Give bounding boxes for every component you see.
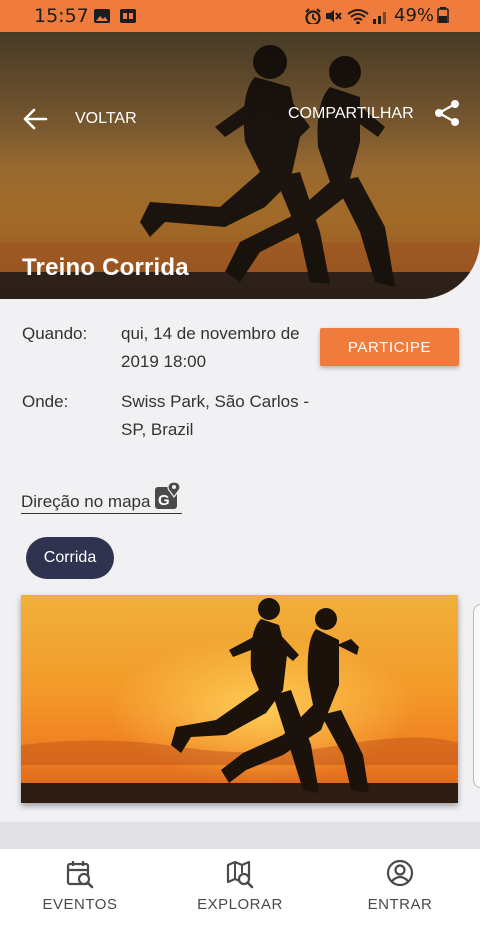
nav-entrar-label: ENTRAR	[367, 896, 433, 913]
event-title: Treino Corrida	[22, 254, 189, 281]
next-card-peek[interactable]	[473, 604, 480, 788]
participate-button[interactable]: PARTICIPE	[320, 328, 459, 366]
back-label: VOLTAR	[75, 110, 137, 127]
battery-icon	[437, 7, 449, 23]
svg-text:G: G	[158, 492, 170, 509]
image-icon	[94, 9, 110, 23]
nav-explorar[interactable]: EXPLORAR	[170, 849, 310, 926]
map-directions-link[interactable]: Direção no mapa G	[21, 480, 183, 514]
share-icon	[435, 100, 459, 126]
where-value: Swiss Park, São Carlos - SP, Brazil	[121, 392, 309, 439]
map-search-icon	[226, 860, 254, 889]
event-photo	[21, 595, 458, 803]
status-bar: 15:57 49%	[0, 0, 480, 32]
nav-eventos-label: EVENTOS	[42, 896, 118, 913]
alarm-icon	[305, 8, 321, 24]
calendar-search-icon	[66, 861, 94, 889]
back-button[interactable]: VOLTAR	[22, 102, 162, 136]
content-divider	[0, 822, 480, 848]
where-label: Onde:	[22, 392, 69, 411]
wifi-icon	[347, 9, 369, 24]
bottom-navigation: EVENTOS EXPLORAR ENTRAR	[0, 848, 480, 926]
tag-chip[interactable]: Corrida	[26, 537, 114, 579]
map-link-label: Direção no mapa	[21, 492, 151, 511]
when-value: qui, 14 de novembro de 2019 18:00	[121, 324, 300, 371]
nav-eventos[interactable]: EVENTOS	[10, 849, 150, 926]
hero-banner: VOLTAR COMPARTILHAR Treino Corrida	[0, 32, 480, 299]
share-button[interactable]: COMPARTILHAR	[286, 98, 466, 132]
battery-percent: 49%	[394, 5, 435, 26]
arrow-left-icon	[23, 108, 48, 130]
signal-icon	[373, 12, 386, 24]
map-marker-icon: G	[155, 481, 182, 509]
status-time: 15:57	[34, 5, 89, 27]
mute-icon	[326, 10, 342, 22]
when-label: Quando:	[22, 324, 88, 343]
share-label: COMPARTILHAR	[288, 105, 414, 122]
app-notification-icon	[120, 9, 136, 23]
runners-image	[21, 595, 458, 803]
nav-explorar-label: EXPLORAR	[197, 896, 283, 913]
account-circle-icon	[386, 859, 414, 887]
nav-entrar[interactable]: ENTRAR	[330, 849, 470, 926]
